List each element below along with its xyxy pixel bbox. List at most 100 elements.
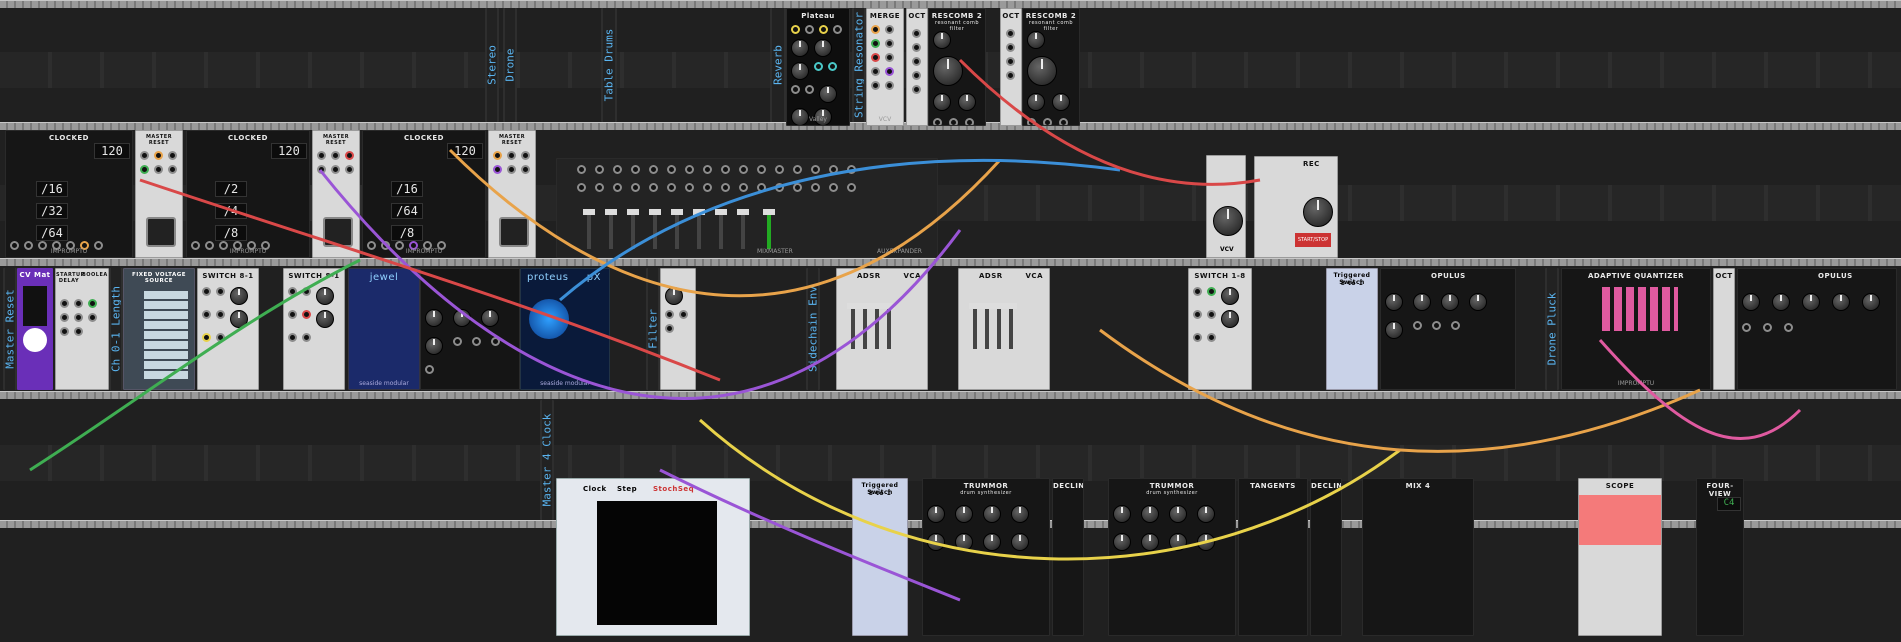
jack[interactable]	[631, 183, 640, 192]
jack[interactable]	[847, 183, 856, 192]
merge-module[interactable]: MERGE VCV	[866, 8, 904, 126]
jack[interactable]	[302, 310, 311, 319]
jack[interactable]	[685, 165, 694, 174]
jack[interactable]	[595, 165, 604, 174]
jack[interactable]	[805, 25, 814, 34]
channel-fader[interactable]	[693, 209, 705, 249]
mixmaster-module[interactable]: MIXMASTER AUXEXPANDER	[556, 158, 938, 258]
scope-module[interactable]: SCOPE	[1578, 478, 1662, 636]
jack[interactable]	[1059, 118, 1068, 125]
oct-module[interactable]: OCT	[1713, 268, 1735, 390]
switch-1-8-module[interactable]: SWITCH 1-8	[1188, 268, 1252, 390]
jack[interactable]	[721, 183, 730, 192]
jack[interactable]	[507, 151, 516, 160]
effect-expander-module[interactable]	[420, 268, 520, 390]
jack[interactable]	[1027, 118, 1036, 125]
label-module-master-clock[interactable]: Master 4 Clock	[540, 400, 554, 520]
knob[interactable]	[1742, 293, 1760, 311]
knob[interactable]	[1052, 93, 1070, 111]
label-module-stereo[interactable]: Stereo	[485, 8, 499, 122]
knob[interactable]	[1027, 93, 1045, 111]
knob[interactable]	[958, 93, 976, 111]
knob[interactable]	[791, 39, 809, 57]
knob[interactable]	[814, 39, 832, 57]
jack[interactable]	[140, 165, 149, 174]
rec-knob[interactable]	[1303, 197, 1333, 227]
rescomb-module[interactable]: RESCOMB 2 resonant comb filter	[1022, 8, 1080, 126]
jack[interactable]	[828, 62, 837, 71]
jack[interactable]	[288, 287, 297, 296]
jack[interactable]	[493, 151, 502, 160]
jack[interactable]	[88, 299, 97, 308]
jack[interactable]	[667, 183, 676, 192]
four-view-module[interactable]: FOUR-VIEW C4	[1696, 478, 1744, 636]
jack[interactable]	[649, 183, 658, 192]
jack[interactable]	[1432, 321, 1441, 330]
jack[interactable]	[331, 151, 340, 160]
jack[interactable]	[74, 299, 83, 308]
triggered-switch-module[interactable]: Triggered Switch 8 to 1	[852, 478, 908, 636]
jack[interactable]	[613, 165, 622, 174]
channel-fader[interactable]	[649, 209, 661, 249]
proteus-module[interactable]: proteus pX seaside modular	[520, 268, 610, 390]
jack[interactable]	[168, 165, 177, 174]
knob[interactable]	[1413, 293, 1431, 311]
jack[interactable]	[965, 118, 974, 125]
channel-fader[interactable]	[627, 209, 639, 249]
jack[interactable]	[577, 165, 586, 174]
level-knob[interactable]	[1213, 206, 1243, 236]
jack[interactable]	[1207, 310, 1216, 319]
knob[interactable]	[481, 309, 499, 327]
channel-fader[interactable]	[605, 209, 617, 249]
decline-module[interactable]: DECLINE	[1052, 478, 1084, 636]
knob[interactable]	[1221, 310, 1239, 328]
knob[interactable]	[1772, 293, 1790, 311]
jack[interactable]	[805, 85, 814, 94]
jack[interactable]	[912, 85, 921, 94]
jack[interactable]	[721, 165, 730, 174]
knob[interactable]	[1385, 321, 1403, 339]
knob[interactable]	[316, 310, 334, 328]
jack[interactable]	[202, 333, 211, 342]
knob[interactable]	[1113, 533, 1131, 551]
jack[interactable]	[703, 165, 712, 174]
clocked-module-2[interactable]: CLOCKED 120 /2 /4 /8 IMPROMPTU	[186, 130, 310, 258]
jack[interactable]	[649, 165, 658, 174]
jack[interactable]	[631, 165, 640, 174]
jack[interactable]	[912, 71, 921, 80]
label-module-table-drums[interactable]: Table Drums	[601, 8, 617, 122]
knob[interactable]	[1221, 287, 1239, 305]
jack[interactable]	[912, 43, 921, 52]
label-module-master-reset[interactable]: Master Reset	[3, 268, 17, 390]
cv-mat-module[interactable]: CV Mat	[17, 268, 53, 390]
release-slider[interactable]	[883, 303, 895, 349]
jack[interactable]	[912, 29, 921, 38]
jack[interactable]	[757, 183, 766, 192]
knob[interactable]	[1027, 56, 1057, 86]
proteus-dial[interactable]	[529, 299, 569, 339]
trummor-module[interactable]: TRUMMOR drum synthesizer	[922, 478, 1050, 636]
knob[interactable]	[425, 337, 443, 355]
jack[interactable]	[491, 337, 500, 346]
channel-fader[interactable]	[583, 209, 595, 249]
jack[interactable]	[885, 39, 894, 48]
jack[interactable]	[871, 81, 880, 90]
jack[interactable]	[1763, 323, 1772, 332]
adsr-vca-module[interactable]: ADSR VCA	[836, 268, 928, 390]
jack[interactable]	[933, 118, 942, 125]
sustain-slider[interactable]	[871, 303, 883, 349]
jack[interactable]	[74, 313, 83, 322]
jack[interactable]	[665, 310, 674, 319]
jack[interactable]	[871, 39, 880, 48]
jack[interactable]	[1006, 29, 1015, 38]
label-module-string-resonator[interactable]: String Resonator	[852, 8, 866, 122]
jack[interactable]	[885, 25, 894, 34]
knob[interactable]	[1441, 293, 1459, 311]
sustain-slider[interactable]	[993, 303, 1005, 349]
jack[interactable]	[202, 310, 211, 319]
jack[interactable]	[871, 53, 880, 62]
knob[interactable]	[1802, 293, 1820, 311]
jack[interactable]	[739, 165, 748, 174]
startup-delay-module[interactable]: STARTUP DELAY BOOLEAN	[55, 268, 109, 390]
master-reset-module[interactable]: MASTER RESET	[312, 130, 360, 258]
